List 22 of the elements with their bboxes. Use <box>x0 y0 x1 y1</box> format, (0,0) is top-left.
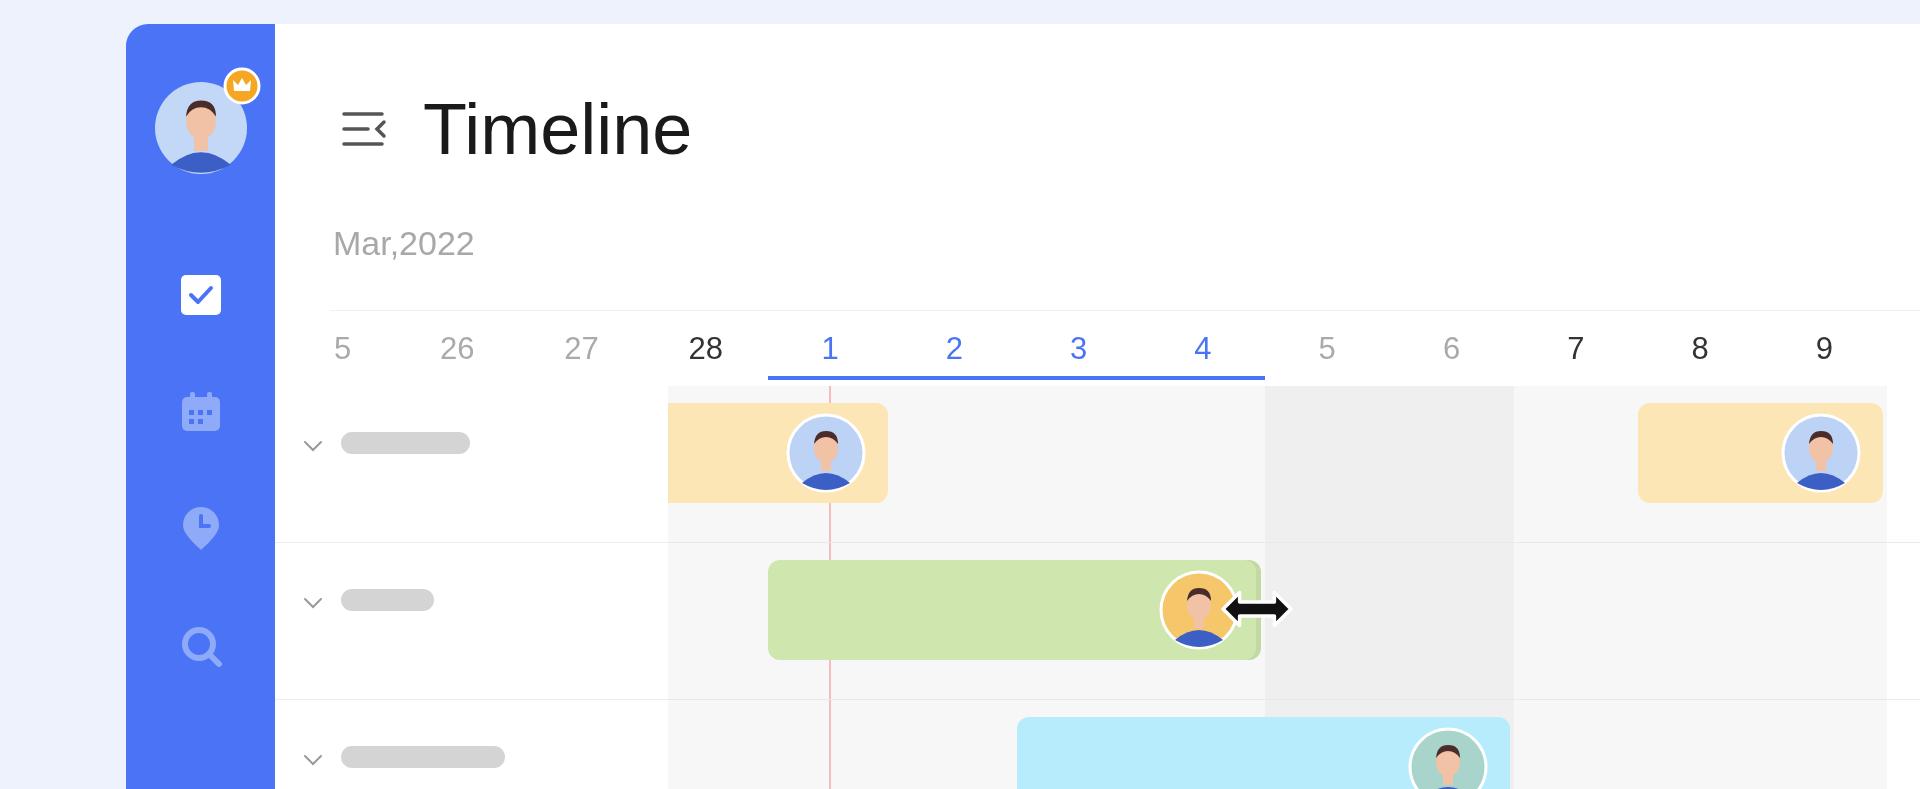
date-label[interactable]: 26 <box>439 330 475 367</box>
date-label[interactable]: 27 <box>564 330 599 367</box>
date-label[interactable]: 9 <box>1815 330 1834 367</box>
date-label[interactable]: 5 <box>334 330 352 367</box>
date-label[interactable]: 28 <box>688 330 723 367</box>
chevron-icon[interactable] <box>303 597 323 609</box>
task-bar[interactable] <box>1638 403 1883 503</box>
collapse-menu-icon[interactable] <box>342 110 388 148</box>
date-label[interactable]: 5 <box>1318 330 1336 367</box>
chevron-icon[interactable] <box>303 440 323 452</box>
task-bar[interactable] <box>767 560 1262 660</box>
date-label[interactable]: 8 <box>1691 330 1709 367</box>
avatar[interactable] <box>154 82 247 174</box>
date-label[interactable]: 3 <box>1070 330 1088 367</box>
chevron-icon[interactable] <box>303 754 323 766</box>
date-label[interactable]: 4 <box>1194 330 1212 367</box>
page-title: Timeline <box>423 93 693 165</box>
month-label: Mar,2022 <box>333 223 476 264</box>
date-label[interactable]: 6 <box>1442 330 1461 367</box>
date-label[interactable]: 7 <box>1567 330 1585 367</box>
date-label[interactable]: 1 <box>821 330 839 367</box>
date-label[interactable]: 2 <box>945 330 963 367</box>
